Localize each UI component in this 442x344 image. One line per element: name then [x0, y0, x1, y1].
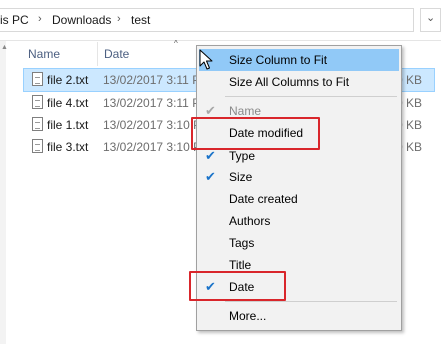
menu-item-size-all-columns-to-fit[interactable]: Size All Columns to Fit: [199, 71, 399, 93]
menu-item-label: Size All Columns to Fit: [229, 75, 350, 89]
menu-separator: [225, 301, 397, 302]
file-name: file 2.txt: [47, 73, 89, 87]
chevron-down-icon: ⌄: [426, 12, 436, 24]
breadcrumb-downloads[interactable]: Downloads: [52, 13, 111, 27]
breadcrumb-separator-icon[interactable]: ›: [117, 13, 121, 25]
annotation-box-date: [189, 271, 286, 301]
navigation-pane[interactable]: [0, 41, 6, 344]
column-header-name[interactable]: Name: [28, 47, 60, 61]
menu-item-label: Name: [229, 104, 262, 118]
address-bar[interactable]: is PC › Downloads › test ⌄: [0, 0, 441, 41]
column-header-date[interactable]: Date: [104, 47, 129, 61]
menu-item-size-column-to-fit[interactable]: Size Column to Fit: [199, 49, 399, 71]
file-name: file 1.txt: [47, 118, 89, 132]
menu-item-more[interactable]: More...: [199, 305, 399, 327]
file-name: file 4.txt: [47, 96, 89, 110]
menu-item-label: Authors: [229, 214, 271, 228]
file-date: 13/02/2017 3:10 P: [103, 118, 202, 132]
text-file-icon: [32, 117, 43, 131]
menu-item-label: Type: [229, 149, 256, 163]
file-date: 13/02/2017 3:11 P: [103, 73, 201, 87]
menu-item-tags[interactable]: Tags: [199, 232, 399, 254]
annotation-box-date-modified: [191, 117, 320, 150]
address-dropdown-button[interactable]: ⌄: [420, 8, 441, 32]
menu-separator: [225, 96, 397, 97]
text-file-icon: [32, 95, 43, 109]
checkmark-icon: ✔: [205, 169, 216, 184]
menu-item-size[interactable]: ✔ Size: [199, 166, 399, 188]
menu-item-label: Tags: [229, 236, 255, 250]
menu-item-label: Date created: [229, 192, 298, 206]
scroll-up-icon[interactable]: ▲: [1, 44, 8, 51]
breadcrumb-separator-icon[interactable]: ›: [38, 13, 42, 25]
checkmark-icon: ✔: [205, 148, 216, 163]
file-date: 13/02/2017 3:11 P: [103, 96, 201, 110]
column-divider[interactable]: [97, 42, 98, 66]
sort-indicator-icon: ^: [174, 39, 178, 48]
file-name: file 3.txt: [47, 140, 89, 154]
menu-item-label: Size: [229, 170, 253, 184]
breadcrumb-this-pc[interactable]: is PC: [0, 13, 29, 27]
text-file-icon: [32, 72, 43, 86]
menu-item-label: More...: [229, 309, 267, 323]
text-file-icon: [32, 139, 43, 153]
breadcrumb-test[interactable]: test: [131, 13, 150, 27]
menu-item-label: Title: [229, 258, 252, 272]
menu-item-label: Size Column to Fit: [229, 53, 328, 67]
menu-item-date-created[interactable]: Date created: [199, 188, 399, 210]
mouse-pointer-icon: [199, 49, 213, 70]
menu-item-authors[interactable]: Authors: [199, 210, 399, 232]
file-date: 13/02/2017 3:10 P: [103, 140, 202, 154]
